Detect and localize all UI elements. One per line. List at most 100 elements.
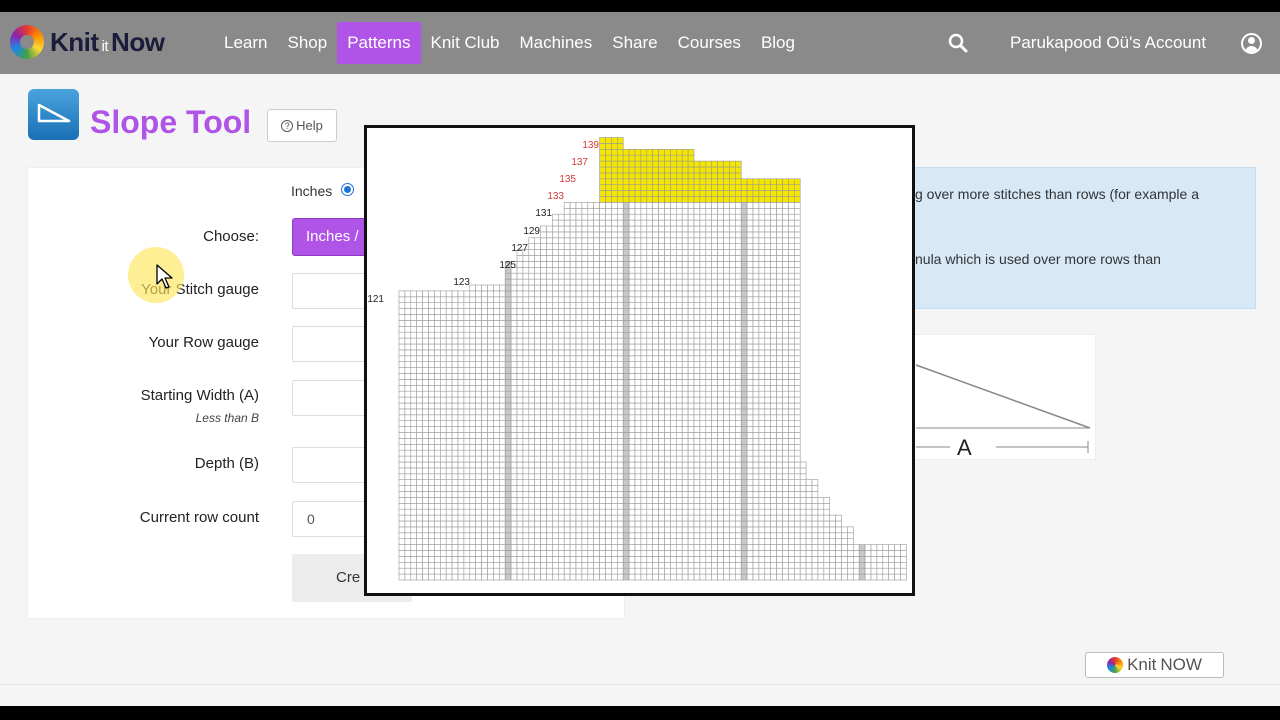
nav-item-courses[interactable]: Courses [668,22,751,64]
nav-item-learn[interactable]: Learn [214,22,277,64]
chart-stitch-cell [552,408,559,416]
chart-stitch-cell [658,272,665,280]
chart-stitch-cell [740,367,748,374]
chart-stitch-cell [758,550,766,557]
chart-stitch-cell [746,272,754,280]
chart-stitch-cell [445,408,453,416]
chart-stitch-cell [793,443,801,451]
chart-stitch-cell [758,202,766,209]
chart-stitch-cell [622,561,630,569]
chart-stitch-cell [552,225,559,233]
chart-stitch-cell [581,526,589,534]
chart-stitch-cell [752,320,760,327]
chart-stitch-cell [575,225,583,233]
chart-stitch-cell [587,355,595,363]
chart-stitch-cell [540,508,547,516]
chart-stitch-cell [675,438,683,445]
chart-stitch-cell [675,567,683,575]
chart-stitch-cell [734,166,742,174]
chart-stitch-cell [687,402,695,410]
chart-stitch-cell [440,326,447,333]
chart-stitch-cell [693,443,701,451]
chart-stitch-cell [522,379,530,386]
chart-stitch-cell [434,473,441,480]
chart-stitch-cell [522,343,530,351]
chart-stitch-cell [699,202,707,209]
chart-stitch-cell [764,314,771,321]
chart-stitch-cell [428,367,435,374]
chart-stitch-cell [746,373,754,380]
chart-stitch-cell [628,331,636,339]
chart-stitch-cell [546,408,553,416]
chart-stitch-cell [658,361,665,368]
chart-stitch-cell [723,449,730,457]
chart-stitch-cell [799,520,807,528]
chart-stitch-cell [558,514,565,522]
chart-stitch-cell [575,308,583,315]
nav-item-share[interactable]: Share [602,22,667,64]
nav-item-patterns[interactable]: Patterns [337,22,421,64]
chart-stitch-cell [734,219,742,227]
chart-stitch-cell [628,337,636,345]
chart-stitch-cell [587,326,595,333]
chart-stitch-cell [782,567,789,575]
chart-stitch-cell [776,225,783,233]
chart-stitch-cell [540,573,547,581]
account-link[interactable]: Parukapood Oü's Account [1010,22,1206,64]
chart-stitch-cell [534,508,541,516]
knit-it-now-badge[interactable]: Knit NOW [1085,652,1224,678]
chart-stitch-cell [569,526,577,534]
chart-stitch-cell [628,473,636,480]
nav-item-machines[interactable]: Machines [509,22,602,64]
chart-stitch-cell [463,408,471,416]
chart-stitch-cell [705,237,712,245]
chart-stitch-cell [670,432,677,439]
chart-stitch-cell [652,390,659,398]
chart-stitch-cell [617,326,624,333]
chart-stitch-cell [752,278,760,286]
chart-stitch-cell [782,461,789,469]
chart-modal[interactable]: 139 137 135 133 131 129 127 125 123 121 [364,125,915,596]
chart-stitch-cell [711,479,718,486]
chart-stitch-cell [693,213,701,221]
chart-stitch-cell [434,343,441,351]
chart-stitch-cell [740,473,748,480]
chart-stitch-cell [575,526,583,534]
user-icon[interactable] [1241,33,1262,54]
chart-stitch-cell [628,502,636,510]
nav-item-blog[interactable]: Blog [751,22,805,64]
chart-stitch-cell [705,491,712,498]
chart-stitch-cell [528,561,536,569]
nav-item-shop[interactable]: Shop [277,22,337,64]
chart-stitch-cell [746,213,754,221]
chart-stitch-cell [493,497,500,504]
chart-stitch-cell [611,508,618,516]
chart-stitch-cell [528,243,536,250]
chart-stitch-cell [788,272,795,280]
row-number-label: 131 [535,208,552,219]
chart-stitch-cell [829,561,836,569]
chart-stitch-cell [699,219,707,227]
search-icon[interactable] [947,32,969,54]
chart-stitch-cell [569,455,577,463]
chart-stitch-cell [416,320,423,327]
chart-stitch-cell [746,455,754,463]
chart-stitch-cell [664,402,671,410]
chart-stitch-cell [434,461,441,469]
chart-stitch-cell [563,373,571,380]
chart-stitch-cell [504,349,512,357]
chart-stitch-cell [770,213,777,221]
chart-stitch-cell [398,473,406,480]
site-logo[interactable]: Knit it Now [10,22,165,62]
chart-stitch-cell [729,331,736,339]
chart-stitch-cell [451,361,459,368]
chart-stitch-cell [734,373,742,380]
chart-stitch-cell [445,420,453,427]
units-inches-radio[interactable] [341,183,354,196]
chart-stitch-cell [776,573,783,581]
chart-stitch-cell [734,284,742,292]
chart-stitch-cell [410,355,417,363]
chart-stitch-cell [457,379,465,386]
help-button[interactable]: ? Help [267,109,337,142]
nav-item-knit-club[interactable]: Knit Club [421,22,510,64]
